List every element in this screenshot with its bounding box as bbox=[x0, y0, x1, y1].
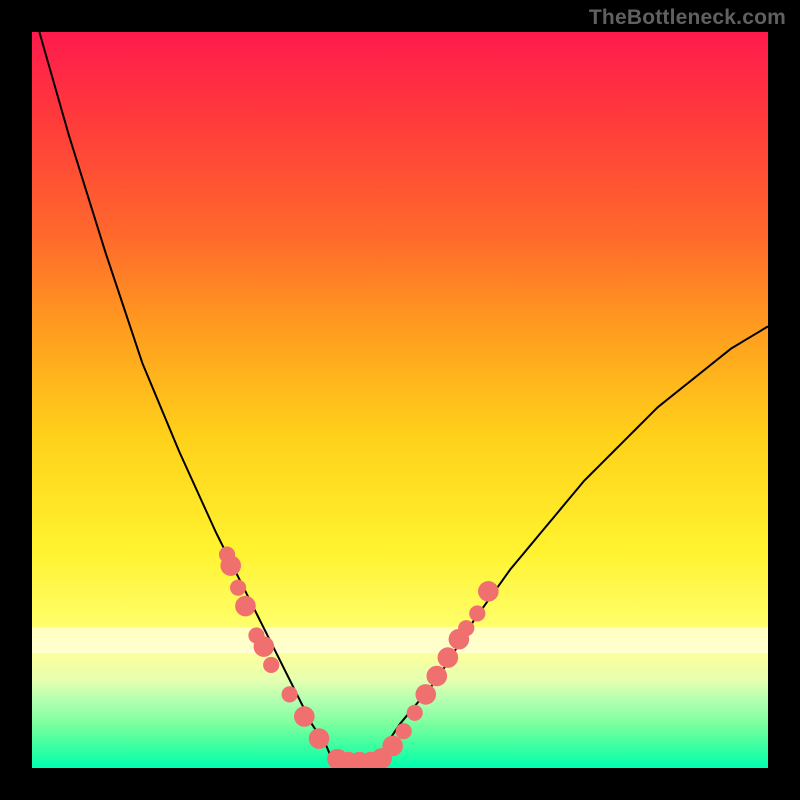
data-marker bbox=[230, 580, 246, 596]
bottleneck-curve bbox=[39, 32, 768, 764]
data-marker bbox=[235, 596, 256, 617]
data-marker bbox=[382, 736, 403, 757]
chart-area bbox=[32, 32, 768, 768]
data-marker bbox=[263, 657, 279, 673]
chart-svg bbox=[32, 32, 768, 768]
data-marker bbox=[294, 706, 315, 727]
data-marker bbox=[254, 636, 275, 657]
data-marker bbox=[407, 705, 423, 721]
data-marker bbox=[469, 605, 485, 621]
data-marker bbox=[309, 728, 330, 749]
data-marker bbox=[282, 686, 298, 702]
watermark-text: TheBottleneck.com bbox=[589, 6, 786, 30]
data-marker bbox=[426, 666, 447, 687]
data-marker bbox=[396, 723, 412, 739]
data-marker bbox=[458, 620, 474, 636]
data-marker bbox=[438, 647, 459, 668]
data-marker bbox=[220, 555, 241, 576]
data-marker bbox=[415, 684, 436, 705]
data-marker bbox=[478, 581, 499, 602]
